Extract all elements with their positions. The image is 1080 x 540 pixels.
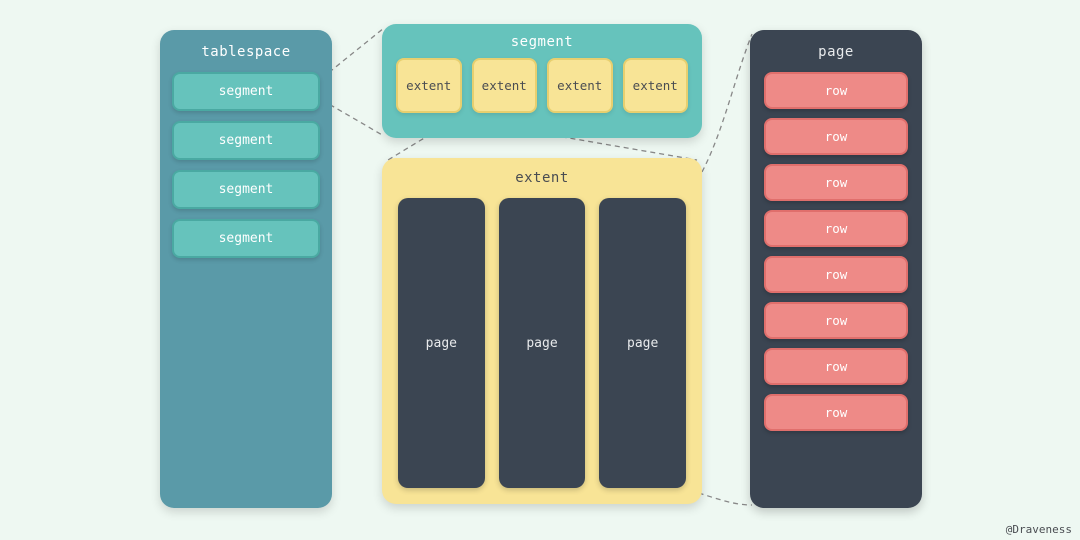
tablespace-title: tablespace [172,44,320,60]
page-title: page [764,44,908,60]
segment-box: segment extent extent extent extent [382,24,702,138]
tablespace-item: segment [172,219,320,258]
page-box: page row row row row row row row row [750,30,922,508]
attribution-label: @Draveness [1006,523,1072,536]
segment-item: extent [623,58,689,113]
page-item: row [764,256,908,293]
tablespace-item: segment [172,170,320,209]
extent-item: page [398,198,485,488]
diagram-stage: tablespace segment segment segment segme… [0,0,1080,540]
extent-box: extent page page page [382,158,702,504]
segment-item: extent [396,58,462,113]
extent-items-row: page page page [398,198,686,488]
page-item: row [764,118,908,155]
segment-title: segment [396,34,688,50]
page-item: row [764,210,908,247]
segment-item: extent [472,58,538,113]
segment-items-row: extent extent extent extent [396,58,688,113]
tablespace-item: segment [172,121,320,160]
page-item: row [764,394,908,431]
tablespace-item: segment [172,72,320,111]
page-item: row [764,72,908,109]
page-item: row [764,348,908,385]
extent-item: page [499,198,586,488]
page-item: row [764,302,908,339]
extent-item: page [599,198,686,488]
extent-title: extent [398,170,686,186]
tablespace-box: tablespace segment segment segment segme… [160,30,332,508]
page-item: row [764,164,908,201]
segment-item: extent [547,58,613,113]
